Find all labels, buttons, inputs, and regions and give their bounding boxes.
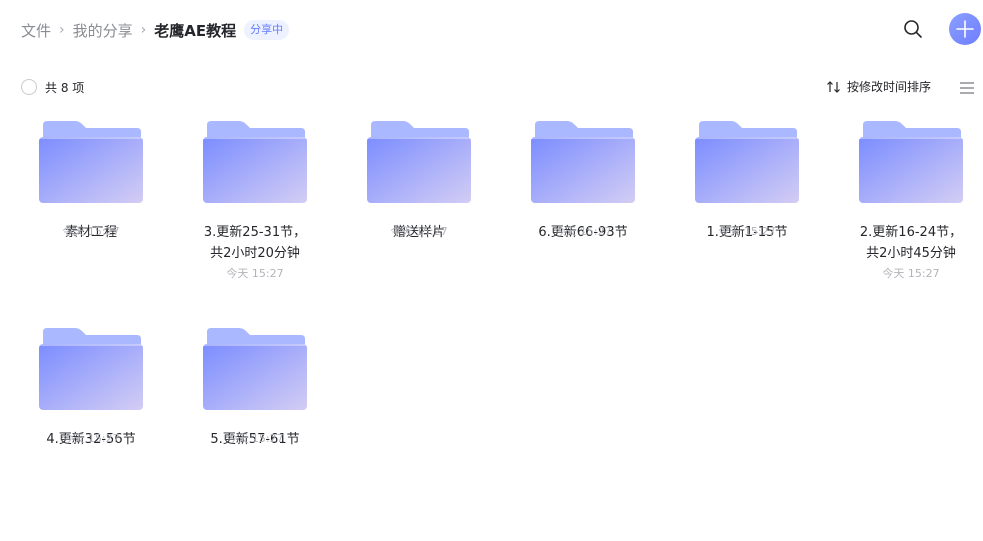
folder-date: 今天 15:27	[62, 225, 120, 238]
folder-name: 2.更新16-24节， 共2小时45分钟	[859, 225, 963, 261]
breadcrumb-current: 老鹰AE教程	[154, 21, 237, 40]
folder-item[interactable]: 3.更新25-31节， 共2小时20分钟 今天 15:27	[180, 120, 330, 284]
breadcrumb-my-shares[interactable]: 我的分享	[73, 20, 133, 41]
folder-icon	[531, 120, 635, 204]
folder-icon	[203, 327, 307, 411]
select-all-checkbox[interactable]	[21, 79, 37, 95]
folder-date: 今天 15:27	[62, 432, 120, 445]
list-icon	[960, 82, 974, 94]
folder-date: 今天 15:27	[226, 432, 284, 445]
folder-item[interactable]: 2.更新16-24节， 共2小时45分钟 今天 15:27	[836, 120, 983, 284]
search-button[interactable]	[901, 17, 925, 41]
folder-icon	[203, 120, 307, 204]
folder-item[interactable]: 赠送样片 今天 15:27	[344, 120, 494, 242]
breadcrumb: 文件 › 我的分享 › 老鹰AE教程 分享中	[21, 18, 290, 42]
chevron-right-icon: ›	[59, 22, 65, 38]
folder-icon	[859, 120, 963, 204]
folder-icon	[695, 120, 799, 204]
folder-item[interactable]: 5.更新57-61节 今天 15:27	[180, 327, 330, 449]
breadcrumb-files[interactable]: 文件	[21, 20, 51, 41]
top-bar: 文件 › 我的分享 › 老鹰AE教程 分享中	[0, 0, 983, 60]
folder-item[interactable]: 4.更新32-56节 今天 15:27	[16, 327, 166, 449]
list-view-button[interactable]	[959, 80, 975, 94]
folder-date: 今天 15:27	[226, 267, 284, 280]
list-toolbar: 共 8 项 按修改时间排序	[0, 76, 983, 98]
sharing-status-badge: 分享中	[244, 20, 290, 40]
folder-icon	[367, 120, 471, 204]
folder-date: 今天 15:27	[390, 225, 448, 238]
add-button[interactable]	[949, 13, 981, 45]
folder-item[interactable]: 素材工程 今天 15:27	[16, 120, 166, 242]
sort-button[interactable]: 按修改时间排序	[826, 78, 931, 95]
folder-date: 今天 15:27	[882, 267, 940, 280]
folder-date: 今天 15:27	[554, 225, 612, 238]
plus-icon	[956, 20, 974, 38]
folder-icon	[39, 120, 143, 204]
folder-item[interactable]: 1.更新1-15节 今天 15:27	[672, 120, 822, 242]
chevron-right-icon: ›	[140, 22, 147, 38]
sort-icon	[827, 80, 840, 93]
folder-item[interactable]: 6.更新66-93节 今天 15:27	[508, 120, 658, 242]
search-icon	[904, 20, 922, 38]
folder-icon	[39, 327, 143, 411]
folder-date: 今天 15:27	[718, 225, 776, 238]
folder-name: 3.更新25-31节， 共2小时20分钟	[203, 225, 307, 261]
item-count: 共 8 项	[45, 81, 85, 95]
sort-label: 按修改时间排序	[847, 80, 932, 94]
